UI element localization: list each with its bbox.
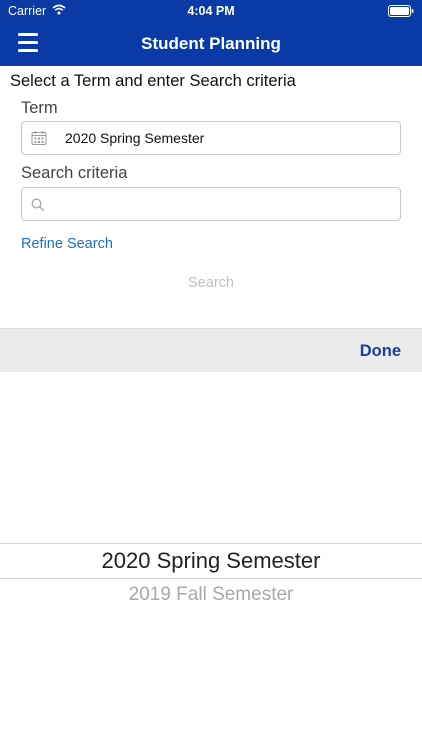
picker-selection-top-line bbox=[0, 543, 422, 544]
search-button[interactable]: Search bbox=[0, 275, 422, 291]
calendar-icon bbox=[31, 130, 47, 151]
search-criteria-box[interactable] bbox=[21, 187, 401, 221]
status-bar: Carrier 4:04 PM bbox=[0, 0, 422, 22]
term-value: 2020 Spring Semester bbox=[65, 130, 205, 146]
term-label: Term bbox=[21, 99, 58, 117]
nav-bar: Student Planning bbox=[0, 22, 422, 66]
search-criteria-label: Search criteria bbox=[21, 164, 128, 182]
refine-search-link[interactable]: Refine Search bbox=[21, 236, 113, 252]
picker-toolbar: Done bbox=[0, 328, 422, 372]
picker-selection-bottom-line bbox=[0, 578, 422, 579]
term-field[interactable]: 2020 Spring Semester bbox=[21, 121, 401, 155]
status-time: 4:04 PM bbox=[187, 4, 235, 18]
instruction-text: Select a Term and enter Search criteria bbox=[10, 72, 296, 90]
battery-icon bbox=[388, 5, 414, 20]
search-icon bbox=[31, 198, 45, 217]
picker-option-selected[interactable]: 2020 Spring Semester bbox=[0, 548, 422, 574]
term-picker[interactable]: 2020 Spring Semester 2019 Fall Semester bbox=[0, 372, 422, 750]
done-button[interactable]: Done bbox=[360, 342, 401, 361]
picker-option[interactable]: 2019 Fall Semester bbox=[0, 584, 422, 606]
page-title: Student Planning bbox=[141, 34, 281, 53]
search-criteria-input[interactable] bbox=[52, 192, 392, 216]
